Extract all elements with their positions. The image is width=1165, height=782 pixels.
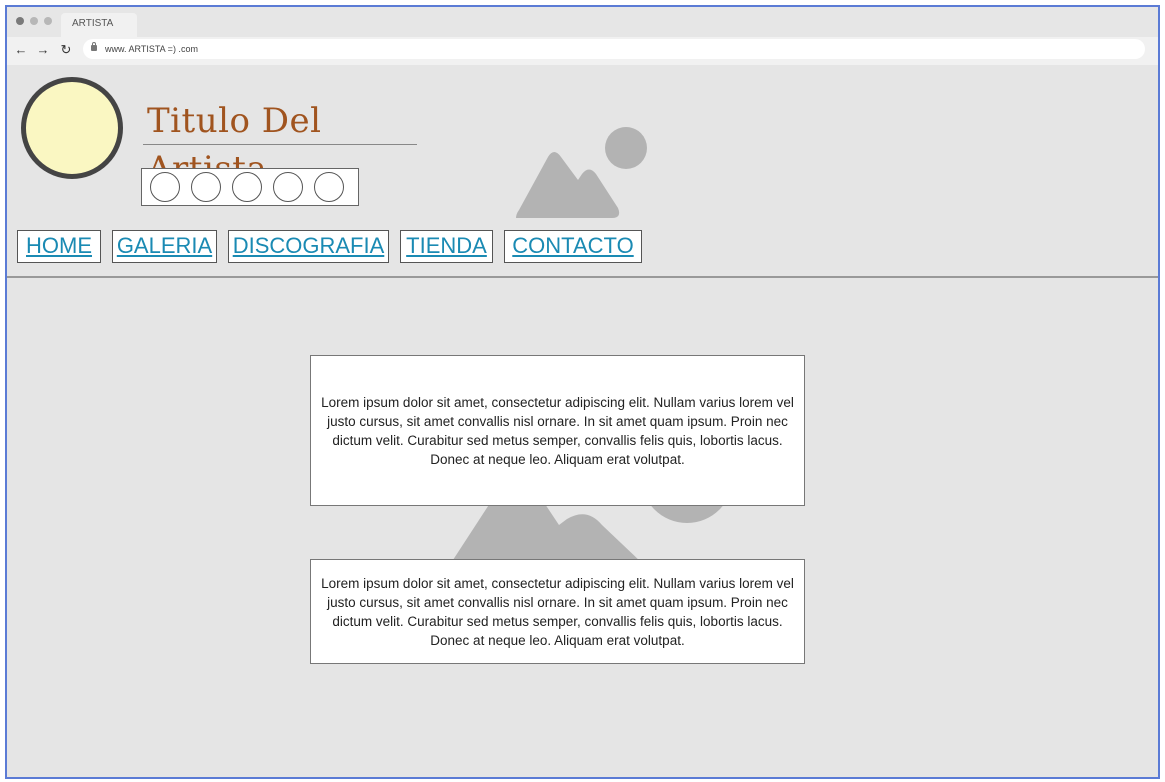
browser-toolbar: ← → ↻ www. ARTISTA =) .com [7,37,1158,65]
content-text-box-1: Lorem ipsum dolor sit amet, consectetur … [310,355,805,506]
forward-arrow-icon[interactable]: → [34,41,52,59]
window-close-dot[interactable] [16,17,24,25]
header-image-placeholder-icon [516,127,647,218]
artist-avatar [21,77,123,179]
nav-discografia[interactable]: DISCOGRAFIA [228,230,389,263]
window-minimize-dot[interactable] [30,17,38,25]
lock-icon [91,42,97,51]
content-paragraph: Lorem ipsum dolor sit amet, consectetur … [321,394,794,467]
nav-contacto[interactable]: CONTACTO [504,230,642,263]
nav-tienda[interactable]: TIENDA [400,230,493,263]
browser-titlebar: ARTISTA [7,7,1158,39]
content-paragraph: Lorem ipsum dolor sit amet, consectetur … [321,575,794,648]
social-icon[interactable] [232,172,262,202]
social-icon[interactable] [314,172,344,202]
content-text-box-2: Lorem ipsum dolor sit amet, consectetur … [310,559,805,664]
social-icon[interactable] [150,172,180,202]
address-bar[interactable]: www. ARTISTA =) .com [83,39,1145,59]
window-maximize-dot[interactable] [44,17,52,25]
url-text: www. ARTISTA =) .com [105,44,198,54]
nav-home[interactable]: HOME [17,230,101,263]
social-links-box [141,168,359,206]
header-divider [7,276,1158,278]
social-icon[interactable] [273,172,303,202]
browser-window: ARTISTA ← → ↻ www. ARTISTA =) .com Titul… [5,5,1160,779]
nav-galeria[interactable]: GALERIA [112,230,217,263]
back-arrow-icon[interactable]: ← [12,41,30,59]
artist-title: Titulo Del Artista [143,97,417,189]
reload-icon[interactable]: ↻ [57,41,75,59]
browser-tab[interactable]: ARTISTA [61,13,137,39]
social-icon[interactable] [191,172,221,202]
